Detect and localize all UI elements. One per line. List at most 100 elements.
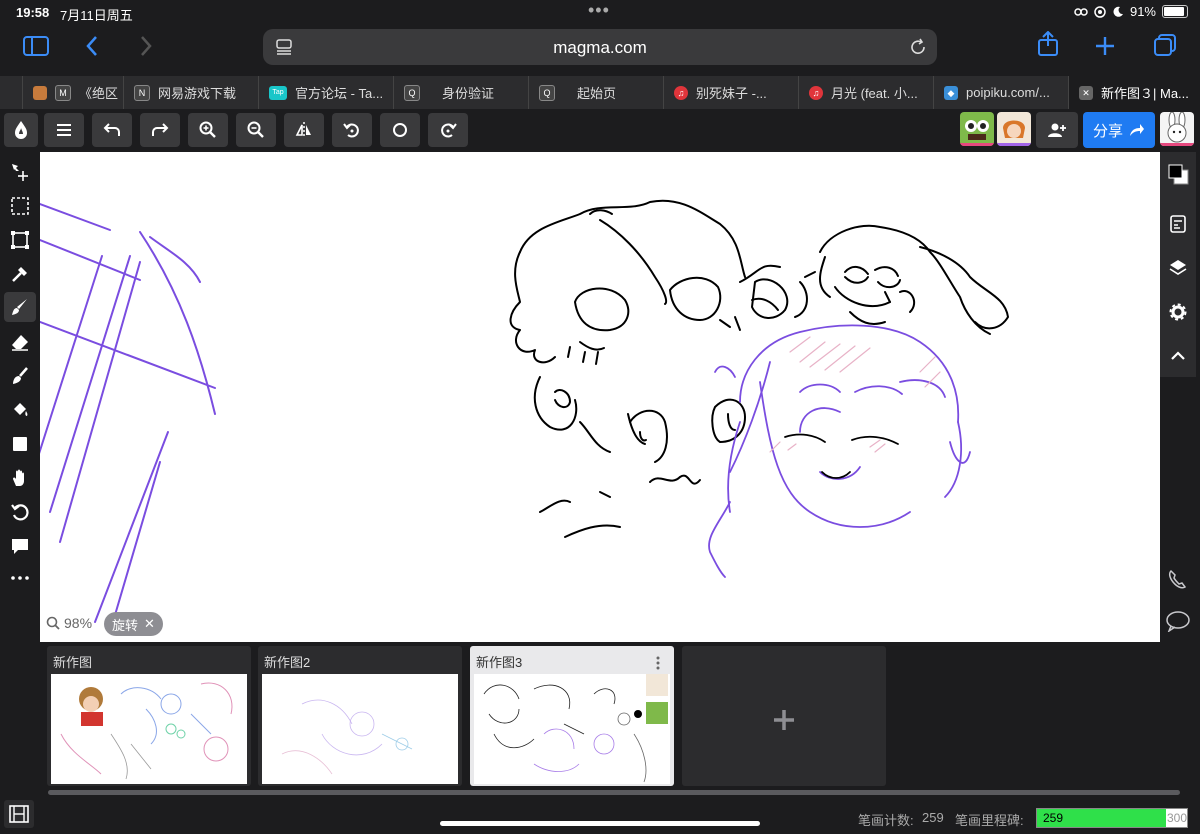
document-card-active[interactable]: 新作图3: [470, 646, 674, 786]
rotation-label: 旋转: [112, 617, 139, 633]
document-options-icon[interactable]: [656, 656, 660, 670]
tab-label: 新作图３| Ma...: [1101, 86, 1189, 101]
shape-tool-icon[interactable]: [8, 432, 32, 456]
milestone-label: 笔画里程碑:: [955, 813, 1024, 828]
q-favicon-icon: Q: [404, 84, 420, 101]
left-toolbar: [0, 152, 40, 642]
battery-icon: [1162, 5, 1188, 18]
sidebar-toggle-icon[interactable]: [18, 28, 54, 68]
brush-settings-icon[interactable]: [1168, 214, 1188, 234]
brush-tool-icon[interactable]: [4, 292, 36, 322]
tab-label: 官方论坛 - Ta...: [295, 86, 384, 101]
collaborator-mini-avatar: [646, 674, 668, 696]
paint-bucket-icon[interactable]: [8, 398, 32, 422]
poipiku-favicon-icon: ◆: [944, 85, 958, 100]
stroke-count-label: 笔画计数:: [858, 813, 914, 828]
sketch-artwork: [40, 199, 1009, 633]
comment-tool-icon[interactable]: [8, 534, 32, 558]
chat-bubble-icon[interactable]: [1165, 610, 1191, 632]
share-page-icon[interactable]: [1030, 28, 1066, 68]
smudge-tool-icon[interactable]: [8, 364, 32, 388]
tab-item[interactable]: Q 起始页: [529, 76, 664, 109]
invite-user-button[interactable]: [1036, 112, 1078, 148]
menu-button[interactable]: [44, 113, 84, 147]
zoom-out-button[interactable]: [236, 113, 276, 147]
document-title: 新作图3: [476, 655, 523, 670]
timelapse-button[interactable]: [4, 800, 34, 828]
close-icon[interactable]: ✕: [1079, 85, 1093, 100]
redo-button[interactable]: [140, 113, 180, 147]
user-avatar[interactable]: [1160, 112, 1194, 146]
eraser-tool-icon[interactable]: [8, 330, 32, 354]
footer-bar: 笔画计数: 259 笔画里程碑: 259 300: [0, 800, 1200, 834]
tab-item[interactable]: Q 身份验证: [394, 76, 529, 109]
tab-spacer: [0, 76, 23, 109]
tab-item-active[interactable]: ✕ 新作图３| Ma...: [1069, 76, 1200, 109]
selection-tool-icon[interactable]: [8, 194, 32, 218]
magma-logo-icon[interactable]: [4, 113, 38, 147]
undo-button[interactable]: [92, 113, 132, 147]
zoom-indicator[interactable]: 98%: [46, 615, 92, 631]
tab-item[interactable]: Tap 官方论坛 - Ta...: [259, 76, 394, 109]
eyedropper-icon[interactable]: [8, 262, 32, 286]
flip-button[interactable]: [284, 113, 324, 147]
tab-item[interactable]: ♫ 月光 (feat. 小...: [799, 76, 934, 109]
tab-item[interactable]: N 网易游戏下载: [124, 76, 259, 109]
layers-icon[interactable]: [1168, 258, 1188, 278]
rotate-tool-icon[interactable]: [8, 500, 32, 524]
plus-icon: [774, 710, 794, 730]
tab-item[interactable]: ♫ 别死妹子 -...: [664, 76, 799, 109]
taptap-favicon-icon: Tap: [269, 85, 287, 100]
reload-icon[interactable]: [909, 38, 927, 56]
avatar-favicon-icon: [33, 85, 47, 100]
reset-rotation-button[interactable]: [380, 113, 420, 147]
document-title: 新作图2: [264, 655, 311, 670]
tab-overview-icon[interactable]: [1147, 28, 1183, 68]
drawing-canvas[interactable]: [40, 152, 1160, 642]
home-indicator[interactable]: [440, 821, 760, 826]
document-title: 新作图: [53, 655, 93, 670]
document-panel: 新作图 新作图2 新作图3: [0, 642, 1200, 798]
rotation-chip[interactable]: 旋转 ✕: [104, 612, 163, 636]
color-swatch-icon[interactable]: [1168, 164, 1189, 185]
document-card[interactable]: 新作图: [47, 646, 251, 786]
document-thumbnail: [262, 674, 458, 784]
document-thumbnail: [474, 674, 670, 784]
active-dot: [634, 710, 642, 718]
hand-tool-icon[interactable]: [8, 466, 32, 490]
tab-item[interactable]: M 《绝区: [23, 76, 124, 109]
move-tool-icon[interactable]: [8, 160, 32, 184]
zoom-magnifier-icon: [46, 616, 60, 630]
zoom-in-button[interactable]: [188, 113, 228, 147]
milestone-progress-bar: 259 300: [1036, 808, 1188, 828]
forward-button[interactable]: [128, 28, 164, 68]
vpn-icon: [1094, 5, 1106, 18]
n-favicon-icon: N: [134, 84, 150, 101]
rotate-left-button[interactable]: [332, 113, 372, 147]
collapse-chevron-up-icon[interactable]: [1168, 346, 1188, 366]
document-thumbnail: [51, 674, 247, 784]
settings-gear-icon[interactable]: [1168, 302, 1188, 322]
moon-icon: [1113, 6, 1123, 17]
panel-scrollbar[interactable]: [48, 790, 1180, 795]
more-tools-icon[interactable]: [8, 566, 32, 590]
netease-music-favicon-icon: ♫: [809, 85, 823, 100]
milestone-max: 300: [1166, 811, 1187, 825]
share-button[interactable]: 分享: [1083, 112, 1155, 148]
new-tab-icon[interactable]: [1087, 28, 1123, 68]
collaborator-mini-avatar: [646, 702, 668, 724]
document-card[interactable]: 新作图2: [258, 646, 462, 786]
tab-item[interactable]: ◆ poipiku.com/...: [934, 76, 1069, 109]
address-bar[interactable]: magma.com: [263, 29, 937, 65]
phone-call-icon[interactable]: [1166, 568, 1190, 592]
new-document-button[interactable]: [682, 646, 886, 786]
transform-tool-icon[interactable]: [8, 228, 32, 252]
rotate-right-button[interactable]: [428, 113, 468, 147]
stroke-count-value: 259: [922, 810, 944, 825]
collaborator-avatar[interactable]: [960, 112, 994, 146]
back-button[interactable]: [74, 28, 110, 68]
multitask-dots-icon[interactable]: •••: [588, 0, 610, 21]
collaborator-avatar[interactable]: [997, 112, 1031, 146]
rotation-close-icon[interactable]: ✕: [144, 616, 155, 632]
share-arrow-icon: [1130, 124, 1144, 136]
